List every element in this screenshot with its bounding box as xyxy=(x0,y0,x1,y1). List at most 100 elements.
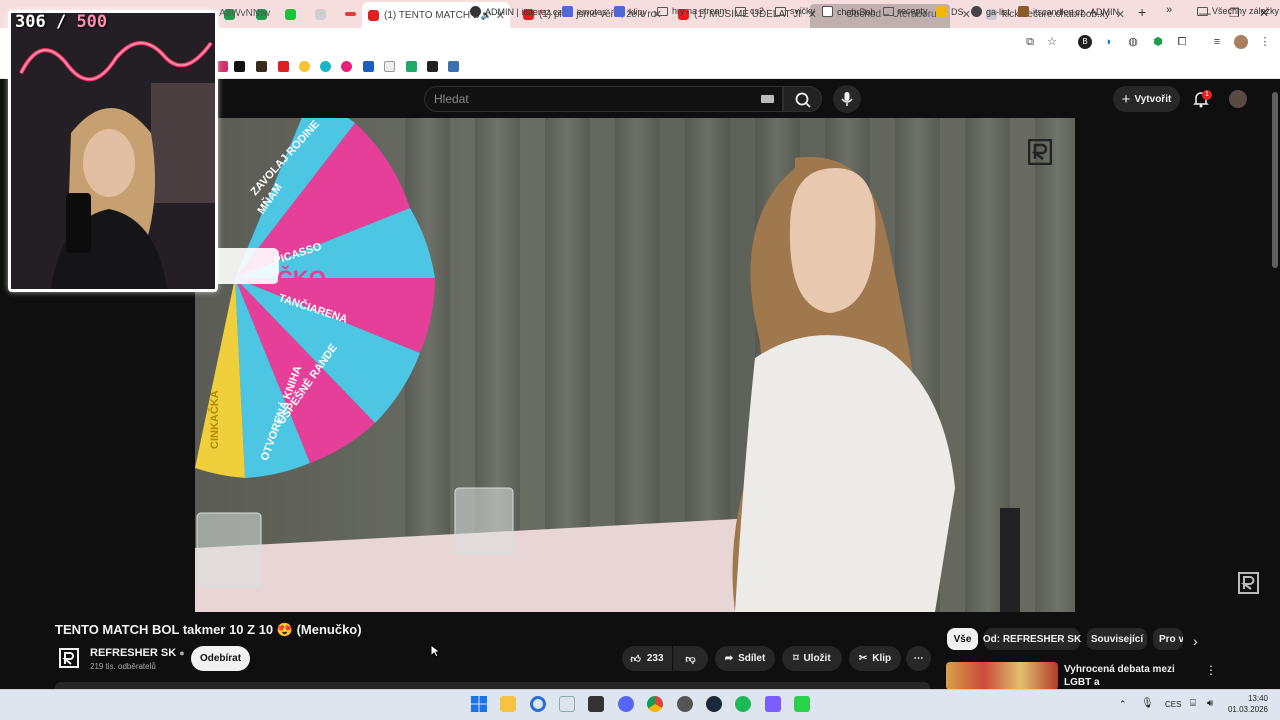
subscribe-button[interactable]: Odebírat xyxy=(191,646,250,671)
network-icon[interactable]: ⌸ xyxy=(1190,698,1196,709)
obs-icon[interactable] xyxy=(677,696,693,712)
verified-icon: ● xyxy=(179,648,185,658)
bookmark-item[interactable]: emotes xyxy=(562,6,607,17)
tab-title: (1) TENTO MATCH BOL takmer xyxy=(384,9,479,21)
bookmark-icon[interactable] xyxy=(217,61,228,72)
reading-list-icon[interactable]: ≡ xyxy=(1210,35,1224,49)
steam-icon[interactable] xyxy=(706,696,722,712)
keyboard-icon[interactable] xyxy=(761,95,774,103)
windows-start-icon[interactable] xyxy=(471,696,487,712)
youtube-icon xyxy=(368,9,379,21)
pinned-tab-generic[interactable] xyxy=(309,3,326,25)
bookmark-star-icon[interactable]: ☆ xyxy=(1045,35,1059,49)
more-actions-button[interactable]: ⋯ xyxy=(906,646,931,671)
extension-icon[interactable]: ◗ xyxy=(1102,35,1116,49)
file-explorer-icon[interactable] xyxy=(500,696,516,712)
bookmark-label: chabrBob xyxy=(837,6,876,17)
chip-related[interactable]: Související xyxy=(1087,628,1147,650)
bookmark-label: ga-list xyxy=(986,6,1011,17)
bookmark-item[interactable]: ADMIN | itsterez.cz xyxy=(470,6,562,17)
recommended-video-thumbnail[interactable] xyxy=(946,662,1058,690)
like-button[interactable]: 👍︎ 233 xyxy=(622,646,672,671)
recommendation-menu-icon[interactable]: ⋮ xyxy=(1205,663,1217,677)
wheel-label: CINKAČKA xyxy=(209,390,221,449)
bookmark-item[interactable]: svíčky xyxy=(775,6,815,16)
extension-icon[interactable]: ◍ xyxy=(1126,35,1140,49)
app-icon[interactable] xyxy=(765,696,781,712)
kick-icon[interactable] xyxy=(794,696,810,712)
chips-next-chevron-icon[interactable]: › xyxy=(1193,633,1198,649)
input-language[interactable]: CES xyxy=(1165,700,1181,709)
create-button[interactable]: + Vytvořit xyxy=(1113,86,1180,112)
dislike-button[interactable]: 👎︎ xyxy=(673,646,708,671)
clock-time: 13:40 xyxy=(1247,694,1268,703)
more-bookmarks-button[interactable]: » xyxy=(1166,4,1172,16)
bookmark-label: svíčky xyxy=(790,6,816,16)
video-player[interactable]: ČKO MŇAM ZAVOLAJ RODINE PICASSO TANČIARE… xyxy=(195,118,1075,612)
spotify-icon[interactable] xyxy=(735,696,751,712)
pinned-tab-red[interactable] xyxy=(339,3,356,25)
search-input[interactable] xyxy=(424,86,783,112)
bookmark-icon[interactable] xyxy=(320,61,331,72)
bookmark-item[interactable]: chabrBob xyxy=(822,6,876,17)
extension-icon[interactable]: B xyxy=(1078,35,1092,49)
bookmark-icon[interactable] xyxy=(448,61,459,72)
bookmark-item[interactable]: itscandles.cz -ADMIN xyxy=(1018,6,1119,17)
bookmark-icon[interactable] xyxy=(256,61,267,72)
share-button[interactable]: ➦ Sdílet xyxy=(715,646,775,671)
extensions-puzzle-icon[interactable]: ⧠ xyxy=(1175,35,1189,49)
chip-from-channel[interactable]: Od: REFRESHER SK xyxy=(983,628,1081,650)
profile-avatar[interactable] xyxy=(1234,35,1248,49)
channel-avatar[interactable] xyxy=(58,647,80,669)
counter-max: 500 xyxy=(76,12,108,32)
chip-for-you[interactable]: Pro v xyxy=(1153,628,1183,650)
clock-date: 01.03.2026 xyxy=(1227,705,1268,714)
new-tab-button[interactable]: + xyxy=(1138,4,1146,20)
app-icon[interactable] xyxy=(588,696,604,712)
paypal-icon[interactable] xyxy=(363,61,374,72)
menu-kebab-icon[interactable]: ⋮ xyxy=(1258,35,1272,49)
voice-search-button[interactable] xyxy=(833,85,861,113)
bookmark-item[interactable]: klipy xyxy=(614,6,647,17)
x-icon[interactable] xyxy=(234,61,245,72)
app-icon[interactable] xyxy=(559,696,575,712)
more-horizontal-icon: ⋯ xyxy=(913,653,924,664)
chrome-icon[interactable] xyxy=(647,696,663,712)
c-icon xyxy=(822,6,833,17)
webcam-feed xyxy=(11,13,215,289)
bookmark-icon[interactable] xyxy=(406,61,417,72)
search-button[interactable] xyxy=(783,86,822,112)
download-icon[interactable] xyxy=(427,61,438,72)
volume-icon[interactable]: 🔊︎ xyxy=(1207,698,1213,709)
pinned-tab-kick[interactable] xyxy=(279,3,296,25)
all-bookmarks-folder[interactable]: Všechny záložky xyxy=(1197,6,1279,16)
description-box[interactable] xyxy=(55,682,930,689)
bookmark-item[interactable]: cs2 xyxy=(735,6,764,16)
account-avatar[interactable] xyxy=(1229,90,1247,108)
save-button[interactable]: ⌑ Uložit xyxy=(782,646,842,671)
globe-icon xyxy=(971,6,982,17)
bookmark-icon[interactable] xyxy=(341,61,352,72)
clip-button[interactable]: ✂ Klip xyxy=(849,646,901,671)
extension-icon[interactable]: ⬢ xyxy=(1151,35,1165,49)
install-icon[interactable]: ⧉ xyxy=(1023,35,1037,49)
channel-name[interactable]: REFRESHER SK ● xyxy=(90,647,185,659)
chip-all[interactable]: Vše xyxy=(947,628,978,650)
discord-icon[interactable] xyxy=(618,696,634,712)
ccleaner-icon[interactable] xyxy=(530,696,546,712)
tray-overflow-icon[interactable]: ⌃ xyxy=(1119,699,1127,710)
bookmark-item[interactable]: DS xyxy=(936,6,964,17)
bookmark-icon[interactable] xyxy=(384,61,395,72)
microphone-icon[interactable]: 🎙︎ xyxy=(1141,698,1154,709)
channel-watermark-icon[interactable] xyxy=(1238,572,1259,594)
channel-name-text: REFRESHER SK xyxy=(90,647,177,659)
taskbar-clock[interactable]: 13:40 01.03.2026 xyxy=(1222,693,1268,715)
bookmark-item[interactable]: recepty xyxy=(883,6,928,16)
bookmark-icon[interactable] xyxy=(299,61,310,72)
bookmark-item[interactable]: ga-list xyxy=(971,6,1010,17)
page-scrollbar-thumb[interactable] xyxy=(1272,92,1278,268)
bookmark-item[interactable]: hry na stream xyxy=(657,6,727,16)
netflix-icon[interactable] xyxy=(278,61,289,72)
url-field[interactable]: A8WvNNtw xyxy=(219,8,270,19)
folder-icon xyxy=(735,6,746,16)
